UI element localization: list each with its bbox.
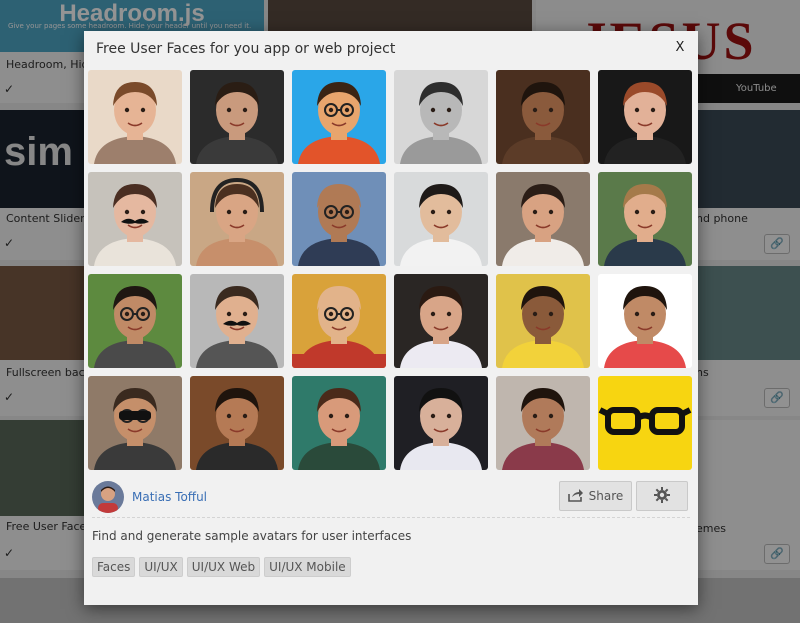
share-icon — [567, 488, 584, 505]
face-thumbnail[interactable] — [394, 70, 488, 164]
face-thumbnail[interactable] — [598, 376, 692, 470]
tag-ui-ux-web[interactable]: UI/UX Web — [186, 557, 261, 577]
face-thumbnail[interactable] — [496, 376, 590, 470]
face-thumbnail[interactable] — [598, 274, 692, 368]
face-thumbnail[interactable] — [88, 376, 182, 470]
face-thumbnail[interactable] — [292, 274, 386, 368]
face-thumbnail[interactable] — [394, 274, 488, 368]
gear-icon — [654, 486, 670, 506]
author-name[interactable]: Matias Tofful — [132, 490, 207, 504]
face-thumbnail[interactable] — [292, 70, 386, 164]
face-thumbnail[interactable] — [88, 70, 182, 164]
face-thumbnail[interactable] — [190, 376, 284, 470]
close-icon[interactable]: X — [672, 40, 688, 56]
face-grid — [88, 70, 694, 470]
faces-modal: Free User Faces for you app or web proje… — [84, 31, 698, 605]
face-thumbnail[interactable] — [394, 172, 488, 266]
description: Find and generate sample avatars for use… — [92, 529, 412, 543]
face-thumbnail[interactable] — [598, 70, 692, 164]
face-thumbnail[interactable] — [190, 172, 284, 266]
face-thumbnail[interactable] — [598, 172, 692, 266]
face-thumbnail[interactable] — [88, 172, 182, 266]
face-thumbnail[interactable] — [292, 172, 386, 266]
face-thumbnail[interactable] — [292, 376, 386, 470]
avatar[interactable] — [92, 481, 124, 513]
face-thumbnail[interactable] — [190, 274, 284, 368]
tag-faces[interactable]: Faces — [92, 557, 136, 577]
face-thumbnail[interactable] — [88, 274, 182, 368]
tag-list: Faces UI/UX UI/UX Web UI/UX Mobile — [92, 557, 351, 577]
separator — [92, 517, 690, 518]
modal-header: Free User Faces for you app or web proje… — [84, 31, 698, 67]
tag-ui-ux[interactable]: UI/UX — [139, 557, 183, 577]
face-thumbnail[interactable] — [496, 172, 590, 266]
face-thumbnail[interactable] — [394, 376, 488, 470]
tag-ui-ux-mobile[interactable]: UI/UX Mobile — [264, 557, 351, 577]
face-thumbnail[interactable] — [190, 70, 284, 164]
face-thumbnail[interactable] — [496, 70, 590, 164]
share-label: Share — [588, 489, 624, 503]
modal-title: Free User Faces for you app or web proje… — [96, 41, 396, 57]
face-thumbnail[interactable] — [496, 274, 590, 368]
settings-button[interactable] — [636, 481, 688, 511]
share-button[interactable]: Share — [559, 481, 632, 511]
